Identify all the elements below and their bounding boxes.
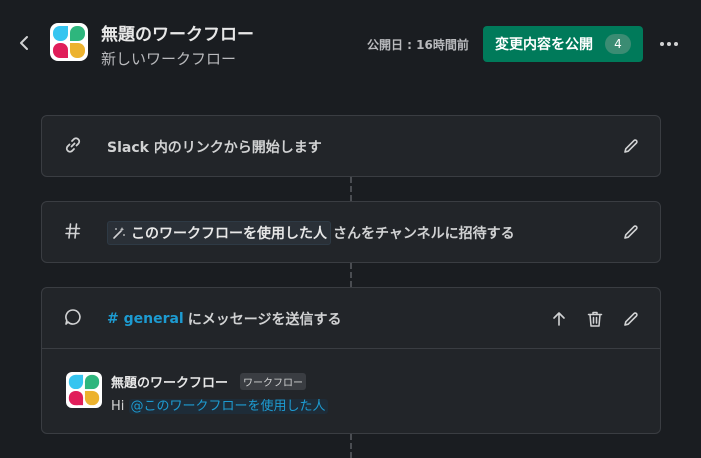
workflow-avatar xyxy=(66,372,102,408)
edit-step-button[interactable] xyxy=(620,308,642,330)
channel-link[interactable]: # general xyxy=(107,311,184,327)
step-card-invite[interactable]: このワークフローを使用した人 さんをチャンネルに招待する xyxy=(41,201,661,263)
arrow-up-icon xyxy=(553,312,565,326)
step-card-trigger[interactable]: Slack 内のリンクから開始します xyxy=(41,115,661,177)
message-greeting: Hi xyxy=(111,399,125,414)
workflow-header: 無題のワークフロー 新しいワークフロー 公開日 : 16時間前 変更内容を公開 … xyxy=(0,0,701,88)
variable-label: このワークフローを使用した人 xyxy=(131,226,327,242)
message-sender: 無題のワークフロー xyxy=(111,376,229,391)
step-invite-label: さんをチャンネルに招待する xyxy=(333,226,515,242)
chevron-left-icon xyxy=(20,36,28,50)
message-icon xyxy=(62,306,84,328)
edit-step-button[interactable] xyxy=(620,221,642,243)
step-invite-text: このワークフローを使用した人 さんをチャンネルに招待する xyxy=(107,221,515,245)
publish-button-label: 変更内容を公開 xyxy=(495,37,593,53)
variable-chip[interactable]: このワークフローを使用した人 xyxy=(107,221,331,245)
step-message-label: にメッセージを送信する xyxy=(187,312,342,328)
back-button[interactable] xyxy=(14,32,36,54)
publish-changes-button[interactable]: 変更内容を公開 4 xyxy=(483,26,643,62)
slack-logo-icon xyxy=(50,23,88,61)
pencil-icon xyxy=(624,225,638,239)
trash-icon xyxy=(587,311,603,327)
card-divider xyxy=(42,348,660,349)
hash-icon xyxy=(62,220,84,242)
edit-step-button[interactable] xyxy=(620,135,642,157)
step-connector xyxy=(350,177,352,201)
link-icon xyxy=(62,134,84,156)
more-options-button[interactable] xyxy=(658,33,680,55)
workflow-badge: ワークフロー xyxy=(240,373,306,390)
step-connector xyxy=(350,434,352,458)
delete-step-button[interactable] xyxy=(584,308,606,330)
magic-wand-icon xyxy=(113,227,125,239)
step-trigger-text: Slack 内のリンクから開始します xyxy=(107,140,322,156)
workflow-subtitle: 新しいワークフロー xyxy=(101,50,237,68)
user-mention[interactable]: @このワークフローを使用した人 xyxy=(128,399,328,414)
pencil-icon xyxy=(624,312,638,326)
move-up-button[interactable] xyxy=(548,308,570,330)
pencil-icon xyxy=(624,139,638,153)
workflow-title: 無題のワークフロー xyxy=(101,25,254,45)
more-horizontal-icon xyxy=(660,42,664,46)
message-body: Hi @このワークフローを使用した人 xyxy=(111,395,328,414)
step-connector xyxy=(350,263,352,287)
step-card-message[interactable]: # general にメッセージを送信する 無題のワークフロー ワークフロー H… xyxy=(41,287,661,434)
change-count-badge: 4 xyxy=(605,34,631,54)
published-time: 公開日 : 16時間前 xyxy=(367,38,469,52)
step-message-text: # general にメッセージを送信する xyxy=(107,309,341,329)
